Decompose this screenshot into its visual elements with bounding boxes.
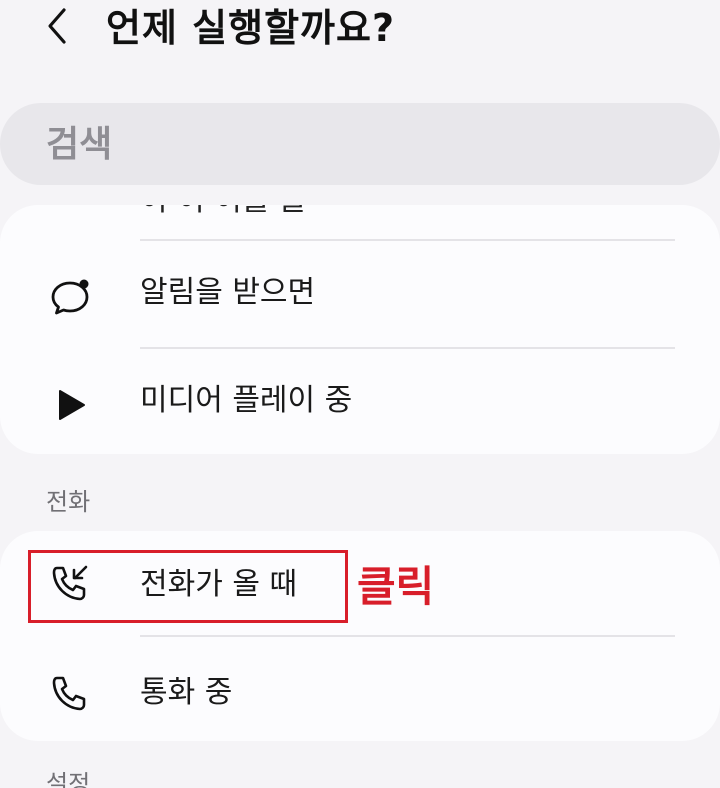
chevron-left-icon	[48, 8, 66, 44]
section-header-phone: 전화	[46, 488, 91, 516]
search-placeholder: 검색	[46, 124, 113, 165]
list-item-label: 알림을 받으면	[140, 275, 316, 310]
list-item-during-call[interactable]: 통화 중	[0, 637, 720, 741]
list-item-media-playing[interactable]: 미디어 플레이 중	[0, 349, 720, 454]
play-icon	[59, 390, 85, 420]
annotation-highlight-box	[28, 550, 348, 623]
phone-icon	[52, 676, 86, 711]
trigger-list-card: 이 이 이를 들 알림을 받으면 미디어 플레이 중	[0, 205, 720, 454]
back-button[interactable]	[40, 4, 80, 48]
list-item-label: 통화 중	[140, 675, 233, 710]
list-item-notification[interactable]: 알림을 받으면	[0, 241, 720, 349]
chat-bubble-icon	[51, 279, 89, 315]
annotation-click-label: 클릭	[357, 562, 435, 611]
page-title: 언제 실행할까요?	[106, 6, 395, 50]
search-bar[interactable]: 검색	[0, 103, 720, 185]
list-item-partial: 이 이 이를 들	[140, 205, 307, 221]
section-header-partial: 설정	[46, 770, 91, 788]
list-item-label: 미디어 플레이 중	[140, 383, 353, 418]
header: 언제 실행할까요?	[0, 0, 720, 60]
